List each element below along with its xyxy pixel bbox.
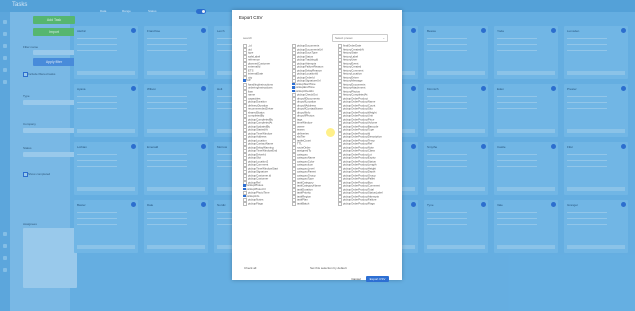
mouse-cursor xyxy=(326,128,335,137)
checkbox-icon[interactable] xyxy=(243,184,246,187)
field-column-1: _id uid type safeLabel reference plannedCusto… xyxy=(243,44,278,206)
field-option[interactable]: taskBatch xyxy=(292,201,323,206)
check-all-checkbox[interactable]: Check all xyxy=(244,266,256,270)
export-csv-dialog: Export CSV search Select preset ⌄ _id uid… xyxy=(232,10,402,282)
checkbox-icon[interactable] xyxy=(243,201,247,206)
checkbox-icon[interactable] xyxy=(243,194,246,198)
preset-select-value: Select preset xyxy=(335,36,353,40)
checkbox-icon[interactable] xyxy=(338,201,342,206)
field-option-label: taskBatch xyxy=(297,201,310,206)
export-csv-button[interactable]: Export CSV xyxy=(366,276,389,282)
preset-select[interactable]: Select preset ⌄ xyxy=(332,34,388,42)
set-default-checkbox[interactable]: Set this selection by default xyxy=(310,266,347,270)
chevron-down-icon: ⌄ xyxy=(382,36,385,40)
checkbox-icon[interactable] xyxy=(243,187,246,191)
field-option-label: pickupOrderProductFlags xyxy=(343,201,375,206)
checkbox-icon[interactable] xyxy=(292,86,295,89)
field-option-label: pickupFlags xyxy=(248,201,263,206)
field-option[interactable]: pickupOrderProductFlags xyxy=(338,201,383,206)
cancel-button[interactable]: Cancel xyxy=(349,276,363,282)
checkbox-icon[interactable] xyxy=(292,201,296,206)
checkbox-icon[interactable] xyxy=(292,82,295,86)
checkbox-icon[interactable] xyxy=(292,89,295,93)
field-column-3: finalOrderDate historyCreatedAt historySta… xyxy=(338,44,383,206)
field-option[interactable]: pickupFlags xyxy=(243,201,278,206)
column-search-input[interactable]: search xyxy=(243,36,252,40)
modal-title: Export CSV xyxy=(239,15,263,20)
checkbox-icon[interactable] xyxy=(243,79,246,82)
field-column-2: pickupDocuments pickupDocumentsUrl pickupD… xyxy=(292,44,323,206)
